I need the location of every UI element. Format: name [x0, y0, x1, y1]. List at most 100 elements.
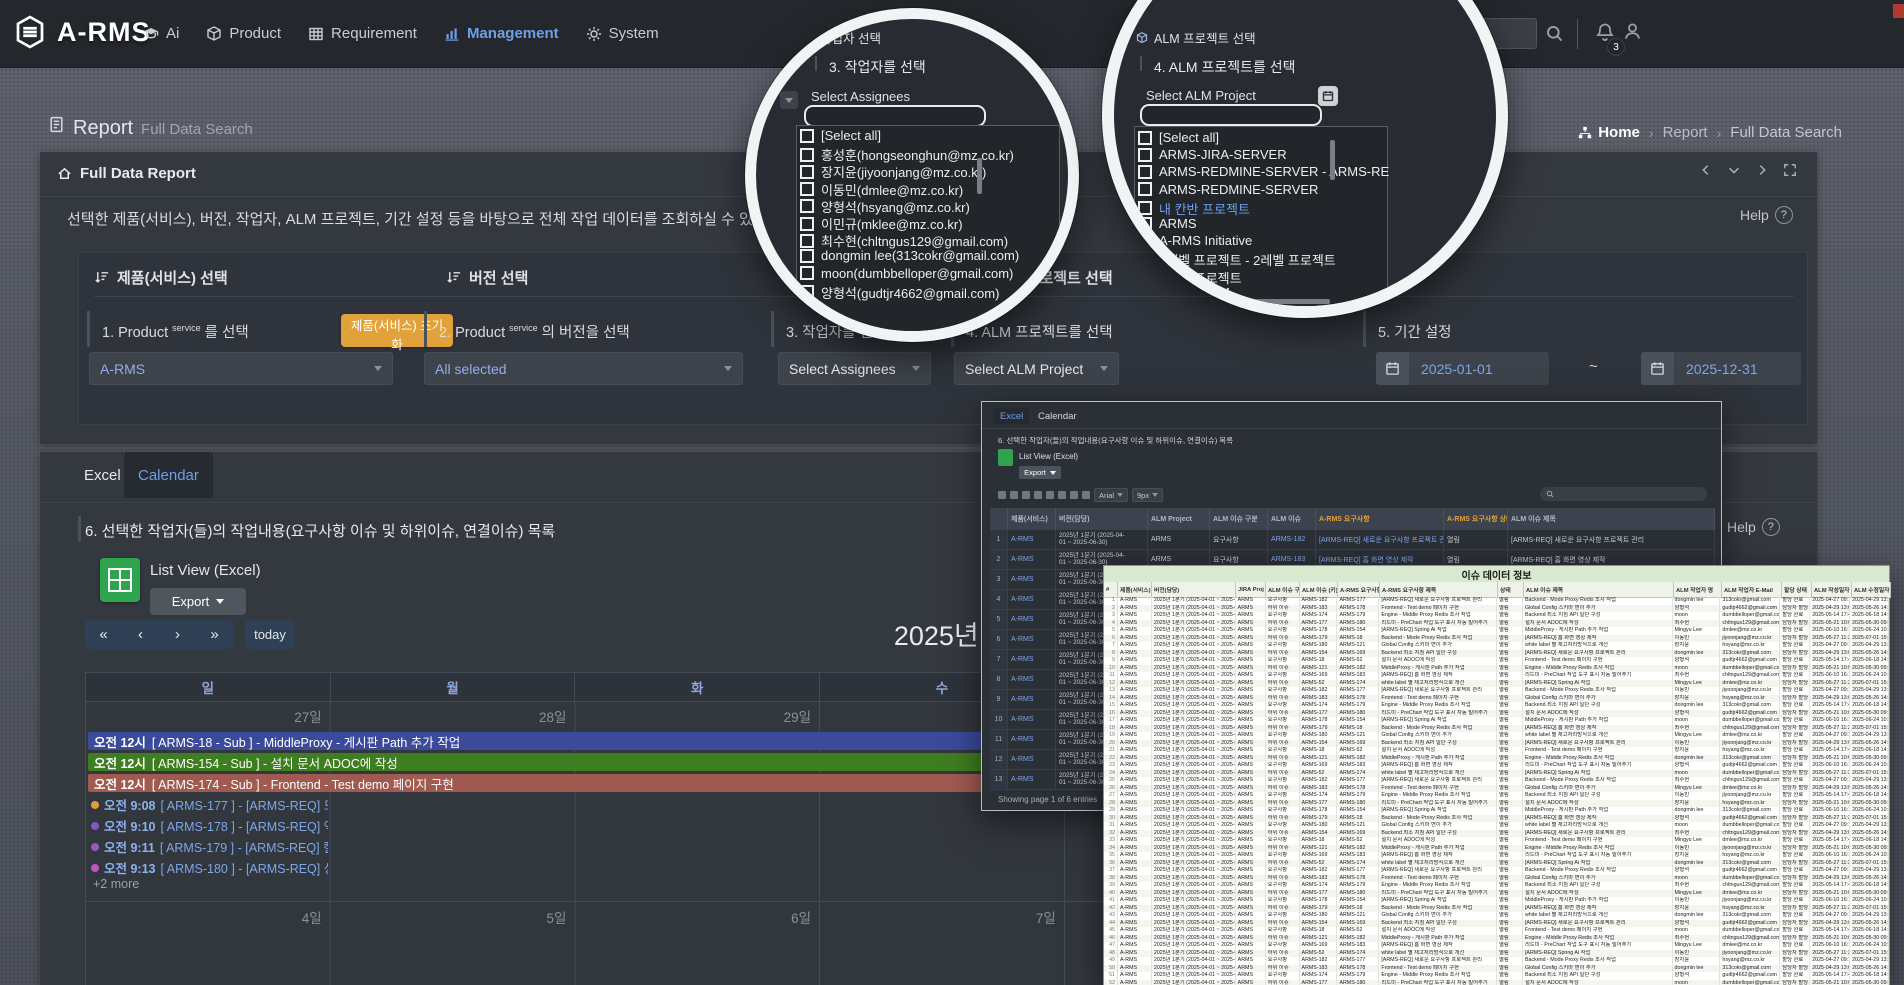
breadcrumb-item[interactable]: Report: [1663, 124, 1708, 141]
option-select-all[interactable]: [Select all]: [800, 128, 881, 143]
option-item[interactable]: 장지윤(jiyoonjang@mz.co.kr): [800, 162, 986, 181]
checkbox-icon[interactable]: [1138, 253, 1152, 267]
popup-tab-calendar[interactable]: Calendar: [1032, 408, 1083, 424]
search-submit-icon[interactable]: [1545, 24, 1564, 43]
user-icon[interactable]: [1623, 22, 1642, 41]
date-to-field[interactable]: 2025-12-31: [1674, 352, 1801, 385]
date-label[interactable]: 29일: [575, 701, 820, 727]
checkbox-icon[interactable]: [800, 234, 814, 248]
nav-item-system[interactable]: System: [586, 25, 659, 42]
col-header[interactable]: A-RMS 요구사항: [1316, 508, 1444, 530]
font-select[interactable]: Arial: [1094, 488, 1128, 502]
option-item[interactable]: A-RMS Initiative: [1138, 233, 1252, 248]
date-label[interactable]: 28일: [331, 701, 576, 727]
help-button[interactable]: Help?: [1727, 518, 1780, 536]
checkbox-icon[interactable]: [1138, 270, 1152, 284]
col-header[interactable]: 버전(담당): [1056, 508, 1148, 530]
date-from-calendar-icon[interactable]: [1376, 352, 1409, 385]
option-item[interactable]: 이민규(mklee@mz.co.kr): [800, 214, 963, 233]
version-select[interactable]: All selected: [424, 352, 743, 385]
nav-item-management[interactable]: Management: [444, 25, 559, 42]
date-label[interactable]: 4일: [86, 902, 331, 928]
option-item[interactable]: 내 칸반 프로젝트: [1138, 199, 1250, 218]
prev-year-button[interactable]: «: [85, 620, 122, 649]
checkbox-icon[interactable]: [1138, 285, 1152, 299]
tab-calendar[interactable]: Calendar: [124, 452, 213, 498]
nav-item-ai[interactable]: Ai: [143, 25, 179, 42]
checkbox-icon[interactable]: [1138, 234, 1152, 248]
table-row[interactable]: 1A-RMS2025년 1분기 (2025-04-01 ~ 2025-06-30…: [990, 530, 1715, 550]
toolbar-icon[interactable]: [1082, 491, 1090, 499]
option-item[interactable]: moon(dumbbelloper@gmail.com): [800, 266, 1013, 281]
checkbox-icon[interactable]: [1138, 131, 1152, 145]
option-item[interactable]: 1레벨 프로젝트 - 2레벨 프로젝트: [1138, 250, 1336, 269]
checkbox-icon[interactable]: [800, 266, 814, 280]
col-header[interactable]: ALM Project: [1148, 508, 1210, 530]
collapse-left-icon[interactable]: [1699, 163, 1713, 177]
calendar-dot-event[interactable]: 오전 9:08[ ARMS-177 ] - [ARMS-REQ] 모니터: [91, 795, 328, 814]
nav-item-product[interactable]: Product: [206, 25, 281, 42]
col-header[interactable]: 제품(서비스): [1008, 508, 1056, 530]
toolbar-icon[interactable]: [1046, 491, 1054, 499]
date-label[interactable]: 5일: [331, 902, 576, 928]
option-item[interactable]: 양형석(hsyang@mz.co.kr): [800, 197, 970, 216]
calendar-dot-event[interactable]: 오전 9:13[ ARMS-180 ] - [ARMS-REQ] 상세: [91, 858, 328, 877]
option-item[interactable]: 양형석(gudtjr4662@gmail.com): [800, 283, 999, 302]
next-button[interactable]: ›: [159, 620, 196, 649]
app-logo[interactable]: A-RMS: [12, 14, 151, 50]
checkbox-icon[interactable]: [1138, 165, 1152, 179]
toolbar-icon[interactable]: [1010, 491, 1018, 499]
col-header[interactable]: ALM 이슈: [1268, 508, 1316, 530]
export-button[interactable]: Export: [150, 588, 246, 615]
option-item[interactable]: 최수현(chltngus129@gmail.com): [800, 231, 1008, 250]
checkbox-icon[interactable]: [800, 165, 814, 179]
date-label[interactable]: 6일: [575, 902, 820, 928]
checkbox-icon[interactable]: [800, 148, 814, 162]
floating-calendar-icon[interactable]: [1318, 86, 1338, 106]
toolbar-icon[interactable]: [1022, 491, 1030, 499]
popup-search-input[interactable]: [1540, 487, 1707, 501]
calendar-dot-event[interactable]: 오전 9:10[ ARMS-178 ] - [ARMS-REQ] 엑셀: [91, 816, 328, 835]
checkbox-icon[interactable]: [1138, 182, 1152, 196]
popup-export-button[interactable]: Export: [1019, 466, 1061, 479]
nav-item-requirement[interactable]: Requirement: [308, 25, 417, 42]
option-item[interactable]: ARMS-JIRA-SERVER: [1138, 147, 1287, 162]
checkbox-icon[interactable]: [1138, 217, 1152, 231]
checkbox-icon[interactable]: [1138, 148, 1152, 162]
next-year-button[interactable]: »: [196, 620, 233, 649]
assignee-select[interactable]: Select Assignees: [778, 352, 931, 385]
help-button[interactable]: Help?: [1740, 206, 1793, 224]
prev-button[interactable]: ‹: [122, 620, 159, 649]
date-from-field[interactable]: 2025-01-01: [1409, 352, 1549, 385]
toolbar-icon[interactable]: [1058, 491, 1066, 499]
date-label[interactable]: 27일: [86, 701, 331, 727]
option-item[interactable]: 이동민(dmlee@mz.co.kr): [800, 180, 963, 199]
checkbox-icon[interactable]: [800, 249, 814, 263]
checkbox-icon[interactable]: [800, 285, 814, 299]
col-header[interactable]: ALM 이슈 제목: [1508, 508, 1715, 530]
font-size-select[interactable]: 9px: [1132, 488, 1163, 502]
col-header[interactable]: A-RMS 요구사항 상태: [1444, 508, 1508, 530]
popup-tab-excel[interactable]: Excel: [994, 408, 1029, 424]
more-events-link[interactable]: +2 more: [93, 877, 139, 891]
magnifier-filter-input[interactable]: [1140, 104, 1322, 126]
date-to-calendar-icon[interactable]: [1641, 352, 1674, 385]
option-item[interactable]: ARMS: [1138, 216, 1197, 231]
collapse-right-icon[interactable]: [1755, 163, 1769, 177]
alm-select[interactable]: Select ALM Project: [954, 352, 1119, 385]
h-scrollbar-thumb[interactable]: [1240, 299, 1330, 304]
checkbox-icon[interactable]: [800, 217, 814, 231]
product-reset-button[interactable]: 제품(서비스) 초기화: [341, 314, 453, 347]
toolbar-icon[interactable]: [1034, 491, 1042, 499]
option-select-all[interactable]: [Select all]: [1138, 130, 1219, 145]
scrollbar-thumb[interactable]: [977, 158, 982, 194]
date-label[interactable]: 7일: [820, 902, 1065, 928]
col-header[interactable]: ALM 이슈 구분: [1210, 508, 1268, 530]
expand-icon[interactable]: [1783, 163, 1797, 177]
magnifier-filter-input[interactable]: [804, 105, 986, 127]
calendar-dot-event[interactable]: 오전 9:11[ ARMS-179 ] - [ARMS-REQ] 캘린: [91, 837, 328, 856]
product-select[interactable]: A-RMS: [89, 352, 393, 385]
option-item[interactable]: 1레벨 프로젝트: [1138, 268, 1242, 287]
toolbar-icon[interactable]: [998, 491, 1006, 499]
option-item[interactable]: dongmin lee(313cokr@gmail.com): [800, 248, 1019, 263]
